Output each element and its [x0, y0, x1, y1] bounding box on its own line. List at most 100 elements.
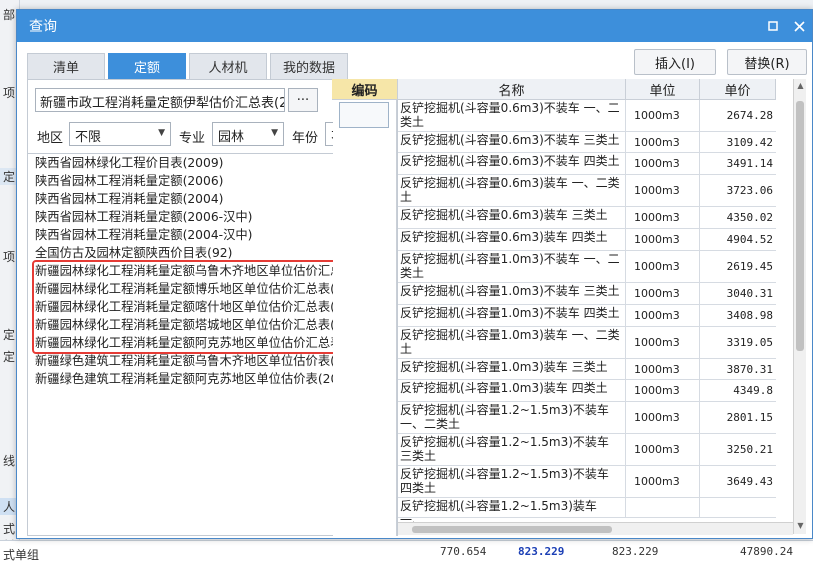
table-row[interactable]: 反铲挖掘机(斗容量1.2~1.5m3)不装车 三类土 1000m3 3250.21 [398, 434, 776, 466]
chevron-down-icon: ▼ [271, 128, 278, 138]
background-value: 47890.24 [740, 545, 793, 558]
scrollbar-thumb[interactable] [796, 101, 804, 351]
query-dialog: 查询 清单 定额 人材机 我的数据 插入(I) 替换(R) 新疆市政工程消耗量定… [16, 9, 813, 539]
background-bottom-row [0, 540, 813, 575]
library-item[interactable]: 陕西省园林绿化工程价目表(2009) [35, 154, 223, 172]
cell-name: 反铲挖掘机(斗容量1.0m3)装车 一、二类土 [398, 327, 626, 358]
cell-unit: 1000m3 [626, 466, 700, 497]
column-header-price[interactable]: 单价 [700, 79, 776, 100]
cell-price: 3250.21 [726, 443, 773, 456]
horizontal-scrollbar[interactable] [398, 522, 793, 535]
major-select[interactable]: 园林 ▼ [212, 122, 284, 146]
cell-price: 2619.45 [726, 260, 773, 273]
close-icon[interactable] [786, 10, 812, 42]
background-fragment: 式单组 [3, 548, 40, 562]
table-row[interactable]: 反铲挖掘机(斗容量0.6m3)装车 三类土 1000m3 4350.02 [398, 207, 776, 229]
table-row[interactable]: 反铲挖掘机(斗容量1.0m3)不装车 三类土 1000m3 3040.31 [398, 283, 776, 305]
cell-name: 反铲挖掘机(斗容量0.6m3)不装车 四类土 [398, 153, 626, 174]
cell-name: 反铲挖掘机(斗容量1.0m3)装车 三类土 [398, 359, 626, 379]
major-label: 专业 [179, 131, 206, 146]
library-item[interactable]: 陕西省园林工程消耗量定额(2004) [35, 190, 223, 208]
table-row[interactable]: 反铲挖掘机(斗容量1.0m3)装车 一、二类土 1000m3 3319.05 [398, 327, 776, 359]
cell-name: 反铲挖掘机(斗容量1.0m3)装车 四类土 [398, 380, 626, 401]
cell-name: 反铲挖掘机(斗容量0.6m3)不装车 一、二类土 [398, 100, 626, 131]
table-row[interactable]: 反铲挖掘机(斗容量0.6m3)不装车 四类土 1000m3 3491.14 [398, 153, 776, 175]
region-select[interactable]: 不限 ▼ [69, 122, 171, 146]
cell-price: 3109.42 [726, 135, 773, 149]
library-item[interactable]: 新疆绿色建筑工程消耗量定额阿克苏地区单位估价表(2018) [35, 370, 359, 388]
cell-price: 3649.43 [726, 475, 773, 488]
cell-price: 2674.28 [726, 109, 773, 122]
library-item[interactable]: 陕西省园林工程消耗量定额(2006-汉中) [35, 208, 252, 226]
vertical-scrollbar[interactable]: ▲ ▼ [793, 79, 806, 534]
chevron-down-icon: ▼ [158, 128, 165, 138]
cell-name: 反铲挖掘机(斗容量1.2~1.5m3)不装车 一、二类土 [398, 402, 626, 433]
library-path-input[interactable]: 新疆市政工程消耗量定额伊犁估价汇总表(20 [35, 88, 285, 112]
column-header-code[interactable]: 编码 [332, 79, 398, 100]
cell-name: 反铲挖掘机(斗容量0.6m3)不装车 三类土 [398, 132, 626, 152]
cell-name: 反铲挖掘机(斗容量1.2~1.5m3)装车 一、 [398, 498, 626, 527]
table-row[interactable]: 反铲挖掘机(斗容量0.6m3)不装车 三类土 1000m3 3109.42 [398, 132, 776, 153]
table-row[interactable]: 反铲挖掘机(斗容量0.6m3)装车 四类土 1000m3 4904.52 [398, 229, 776, 251]
column-header-name[interactable]: 名称 [398, 79, 626, 100]
cell-name: 反铲挖掘机(斗容量1.0m3)不装车 四类土 [398, 305, 626, 326]
cell-name: 反铲挖掘机(斗容量0.6m3)装车 一、二类土 [398, 175, 626, 206]
browse-button[interactable]: ··· [288, 88, 318, 112]
column-header-unit[interactable]: 单位 [626, 79, 700, 100]
tab-bill[interactable]: 清单 [27, 53, 105, 79]
tab-quota[interactable]: 定额 [108, 53, 186, 79]
cell-unit: 1000m3 [626, 100, 700, 131]
table-row[interactable]: 反铲挖掘机(斗容量1.0m3)装车 三类土 1000m3 3870.31 [398, 359, 776, 380]
cell-price: 3319.05 [726, 336, 773, 349]
cell-unit: 1000m3 [626, 283, 700, 304]
cell-name: 反铲挖掘机(斗容量1.0m3)不装车 一、二类土 [398, 251, 626, 282]
table-row[interactable]: 反铲挖掘机(斗容量1.2~1.5m3)装车 一、 [398, 498, 776, 527]
background-value: 770.654 [440, 545, 487, 558]
table-row[interactable]: 反铲挖掘机(斗容量1.2~1.5m3)不装车 一、二类土 1000m3 2801.1… [398, 402, 776, 434]
cell-unit: 1000m3 [626, 434, 700, 465]
cell-name: 反铲挖掘机(斗容量1.2~1.5m3)不装车 四类土 [398, 466, 626, 497]
tab-bar: 清单 定额 人材机 我的数据 [27, 53, 351, 79]
dialog-title: 查询 [29, 19, 57, 35]
cell-name: 反铲挖掘机(斗容量0.6m3)装车 四类土 [398, 229, 626, 250]
cell-unit: 1000m3 [626, 305, 700, 326]
library-item[interactable]: 陕西省园林工程消耗量定额(2006) [35, 172, 223, 190]
scroll-up-icon[interactable]: ▲ [794, 79, 807, 93]
cell-price: 3408.98 [726, 309, 773, 322]
cell-price: 3870.31 [726, 362, 773, 376]
cell-unit: 1000m3 [626, 327, 700, 358]
region-label: 地区 [37, 131, 64, 146]
cell-unit: 1000m3 [626, 153, 700, 174]
maximize-icon[interactable] [760, 10, 786, 42]
cell-price: 3491.14 [726, 157, 773, 170]
table-row[interactable]: 反铲挖掘机(斗容量0.6m3)装车 一、二类土 1000m3 3723.06 [398, 175, 776, 207]
table-row[interactable]: 反铲挖掘机(斗容量1.0m3)不装车 一、二类土 1000m3 2619.45 [398, 251, 776, 283]
tab-my-data[interactable]: 我的数据 [270, 53, 348, 79]
cell-price [700, 498, 776, 517]
cell-price: 2801.15 [726, 411, 773, 424]
table-row[interactable]: 反铲挖掘机(斗容量1.2~1.5m3)不装车 四类土 1000m3 3649.43 [398, 466, 776, 498]
cell-unit [626, 498, 700, 517]
table-row[interactable]: 反铲挖掘机(斗容量1.0m3)装车 四类土 1000m3 4349.8 [398, 380, 776, 402]
library-item[interactable]: 新疆绿色建筑工程消耗量定额乌鲁木齐地区单位估价表(2018) [35, 352, 371, 370]
scroll-down-icon[interactable]: ▼ [794, 519, 807, 533]
year-label: 年份 [292, 131, 319, 146]
dialog-titlebar[interactable]: 查询 [17, 10, 812, 42]
cell-unit: 1000m3 [626, 229, 700, 250]
cell-unit: 1000m3 [626, 175, 700, 206]
cell-unit: 1000m3 [626, 359, 700, 379]
cell-unit: 1000m3 [626, 132, 700, 152]
table-row[interactable]: 反铲挖掘机(斗容量0.6m3)不装车 一、二类土 1000m3 2674.28 [398, 100, 776, 132]
insert-button[interactable]: 插入(I) [634, 49, 716, 75]
background-value: 823.229 [612, 545, 659, 558]
library-item[interactable]: 陕西省园林工程消耗量定额(2004-汉中) [35, 226, 252, 244]
cell-name: 反铲挖掘机(斗容量0.6m3)装车 三类土 [398, 207, 626, 228]
cell-unit: 1000m3 [626, 251, 700, 282]
table-row[interactable]: 反铲挖掘机(斗容量1.0m3)不装车 四类土 1000m3 3408.98 [398, 305, 776, 327]
tab-labor-material-machine[interactable]: 人材机 [189, 53, 267, 79]
scrollbar-thumb[interactable] [412, 526, 612, 533]
replace-button[interactable]: 替换(R) [727, 49, 807, 75]
cell-price: 4349.8 [733, 384, 773, 397]
code-cell[interactable] [339, 102, 389, 128]
cell-unit: 1000m3 [626, 380, 700, 401]
